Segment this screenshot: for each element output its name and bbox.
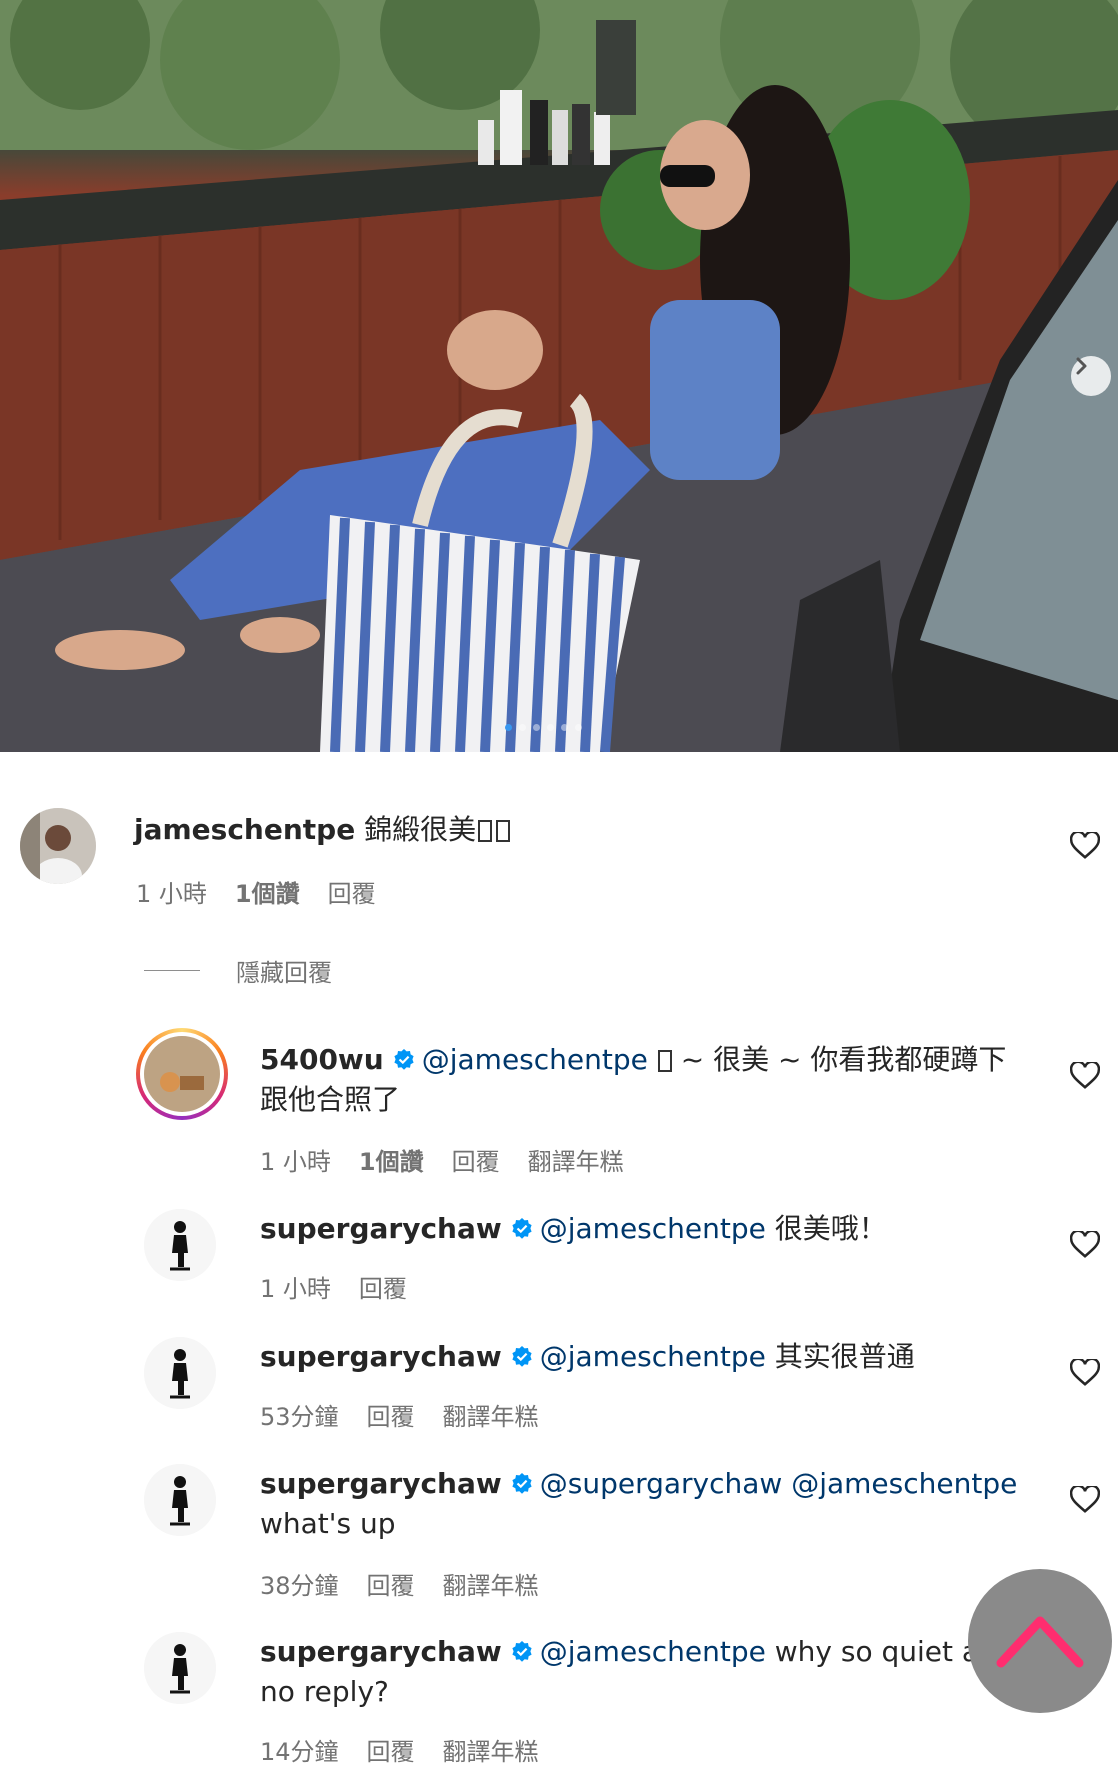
mention-link[interactable]: @jameschentpe	[540, 1212, 766, 1245]
reply-time: 14分鐘	[260, 1738, 339, 1765]
reply-text: ~ 很美 ~ 你看我都硬蹲下	[671, 1043, 1007, 1076]
post-photo	[0, 0, 1118, 752]
reply-comment: supergarychaw @jameschentpe why so quiet …	[0, 1628, 1118, 1765]
reply-text-line-2: what's up	[260, 1507, 396, 1540]
comment-time: 1 小時	[136, 880, 207, 908]
reply-username[interactable]: supergarychaw	[260, 1340, 502, 1373]
carousel-dots	[505, 724, 582, 731]
heart-icon[interactable]	[1070, 1486, 1100, 1514]
reply-comment: supergarychaw @supergarychaw @jameschentp…	[0, 1460, 1118, 1610]
reply-text-line-2: 跟他合照了	[260, 1083, 401, 1116]
user-photo-icon	[20, 808, 96, 884]
heart-icon[interactable]	[1070, 1359, 1100, 1387]
reply-meta: 14分鐘 回覆 翻譯年糕	[260, 1732, 539, 1765]
photo-scene	[0, 0, 1118, 752]
reply-button[interactable]: 回覆	[359, 1269, 407, 1304]
verified-badge-icon	[394, 1049, 414, 1070]
emoji-placeholder-icon	[496, 820, 511, 842]
reply-meta: 1 小時 1個讚 回覆 翻譯年糕	[260, 1142, 624, 1177]
reply-comment: supergarychaw @jameschentpe 很美哦！ 1 小時 回覆	[0, 1205, 1118, 1325]
reply-username[interactable]: supergarychaw	[260, 1467, 502, 1500]
mention-link[interactable]: @jameschentpe	[422, 1043, 648, 1076]
reply-text: 很美哦！	[765, 1212, 887, 1245]
avatar[interactable]	[20, 808, 96, 884]
verified-badge-icon	[512, 1641, 532, 1662]
reply-likes[interactable]: 1個讚	[359, 1142, 424, 1177]
heart-icon[interactable]	[1070, 1062, 1100, 1090]
translate-button[interactable]: 翻譯年糕	[443, 1732, 539, 1765]
carousel-dot	[575, 724, 582, 731]
hide-replies-button[interactable]: 隱藏回覆	[144, 953, 332, 988]
reply-username[interactable]: supergarychaw	[260, 1635, 502, 1668]
translate-button[interactable]: 翻譯年糕	[443, 1566, 539, 1601]
user-photo-icon	[144, 1464, 216, 1536]
reply-button[interactable]: 回覆	[367, 1397, 415, 1432]
reply-text-line-2: no reply?	[260, 1675, 389, 1708]
user-photo-icon	[144, 1632, 216, 1704]
heart-icon[interactable]	[1070, 832, 1100, 860]
reply-button[interactable]: 回覆	[367, 1732, 415, 1765]
carousel-dot	[561, 724, 568, 731]
reply-text: 其实很普通	[765, 1340, 915, 1373]
translate-button[interactable]: 翻譯年糕	[528, 1142, 624, 1177]
carousel-next-button[interactable]	[1071, 356, 1111, 396]
reply-username[interactable]: supergarychaw	[260, 1212, 502, 1245]
reply-comment: 5400wu @jameschentpe ~ 很美 ~ 你看我都硬蹲下 跟他合照了…	[0, 1022, 1118, 1192]
mention-link[interactable]: @jameschentpe	[540, 1340, 766, 1373]
reply-text-line-1: supergarychaw @jameschentpe 其实很普通	[260, 1337, 915, 1377]
reply-time: 1 小時	[260, 1148, 331, 1176]
chevron-up-icon	[996, 1616, 1084, 1668]
comment-meta: 1 小時 1個讚 回覆	[136, 874, 376, 909]
reply-time: 1 小時	[260, 1275, 331, 1303]
avatar[interactable]	[144, 1632, 216, 1704]
reply-text-line-1: supergarychaw @jameschentpe why so quiet …	[260, 1632, 1015, 1672]
verified-badge-icon	[512, 1346, 532, 1367]
avatar[interactable]	[144, 1337, 216, 1409]
reply-time: 53分鐘	[260, 1403, 339, 1431]
avatar[interactable]	[144, 1209, 216, 1281]
reply-text-line-1: 5400wu @jameschentpe ~ 很美 ~ 你看我都硬蹲下	[260, 1040, 1006, 1080]
user-photo-icon	[144, 1209, 216, 1281]
avatar-story-ring[interactable]	[136, 1028, 228, 1120]
reply-meta: 53分鐘 回覆 翻譯年糕	[260, 1397, 539, 1432]
carousel-dot	[547, 724, 554, 731]
reply-button[interactable]: 回覆	[367, 1566, 415, 1601]
reply-button[interactable]: 回覆	[328, 874, 376, 909]
heart-icon[interactable]	[1070, 1231, 1100, 1259]
hide-replies-label: 隱藏回覆	[236, 959, 332, 987]
reply-button[interactable]: 回覆	[452, 1142, 500, 1177]
mention-link[interactable]: @jameschentpe	[540, 1635, 766, 1668]
reply-time: 38分鐘	[260, 1572, 339, 1600]
reply-comment: supergarychaw @jameschentpe 其实很普通 53分鐘 回覆…	[0, 1333, 1118, 1453]
scroll-to-top-button[interactable]	[968, 1569, 1112, 1713]
verified-badge-icon	[512, 1218, 532, 1239]
reply-meta: 1 小時 回覆	[260, 1269, 407, 1304]
mention-link[interactable]: @supergarychaw @jameschentpe	[540, 1467, 1018, 1500]
comment-likes[interactable]: 1個讚	[235, 874, 300, 909]
reply-text-line-1: supergarychaw @jameschentpe 很美哦！	[260, 1209, 887, 1249]
user-photo-icon	[144, 1036, 220, 1112]
avatar[interactable]	[144, 1464, 216, 1536]
divider	[144, 970, 200, 971]
translate-button[interactable]: 翻譯年糕	[443, 1397, 539, 1432]
comment-text: 錦緞很美	[355, 813, 477, 846]
carousel-dot	[505, 724, 512, 731]
carousel-dot	[519, 724, 526, 731]
comment-username[interactable]: jameschentpe	[134, 813, 355, 846]
emoji-placeholder-icon	[478, 820, 493, 842]
emoji-placeholder-icon	[657, 1050, 672, 1072]
verified-badge-icon	[512, 1473, 532, 1494]
carousel-dot	[533, 724, 540, 731]
reply-meta: 38分鐘 回覆 翻譯年糕	[260, 1566, 539, 1601]
chevron-right-icon	[1076, 357, 1087, 375]
reply-username[interactable]: 5400wu	[260, 1043, 384, 1076]
comment-text-line: jameschentpe 錦緞很美	[134, 810, 511, 850]
user-photo-icon	[144, 1337, 216, 1409]
reply-text-line-1: supergarychaw @supergarychaw @jameschentp…	[260, 1464, 1017, 1504]
comment: jameschentpe 錦緞很美 1 小時 1個讚 回覆	[0, 752, 1118, 932]
